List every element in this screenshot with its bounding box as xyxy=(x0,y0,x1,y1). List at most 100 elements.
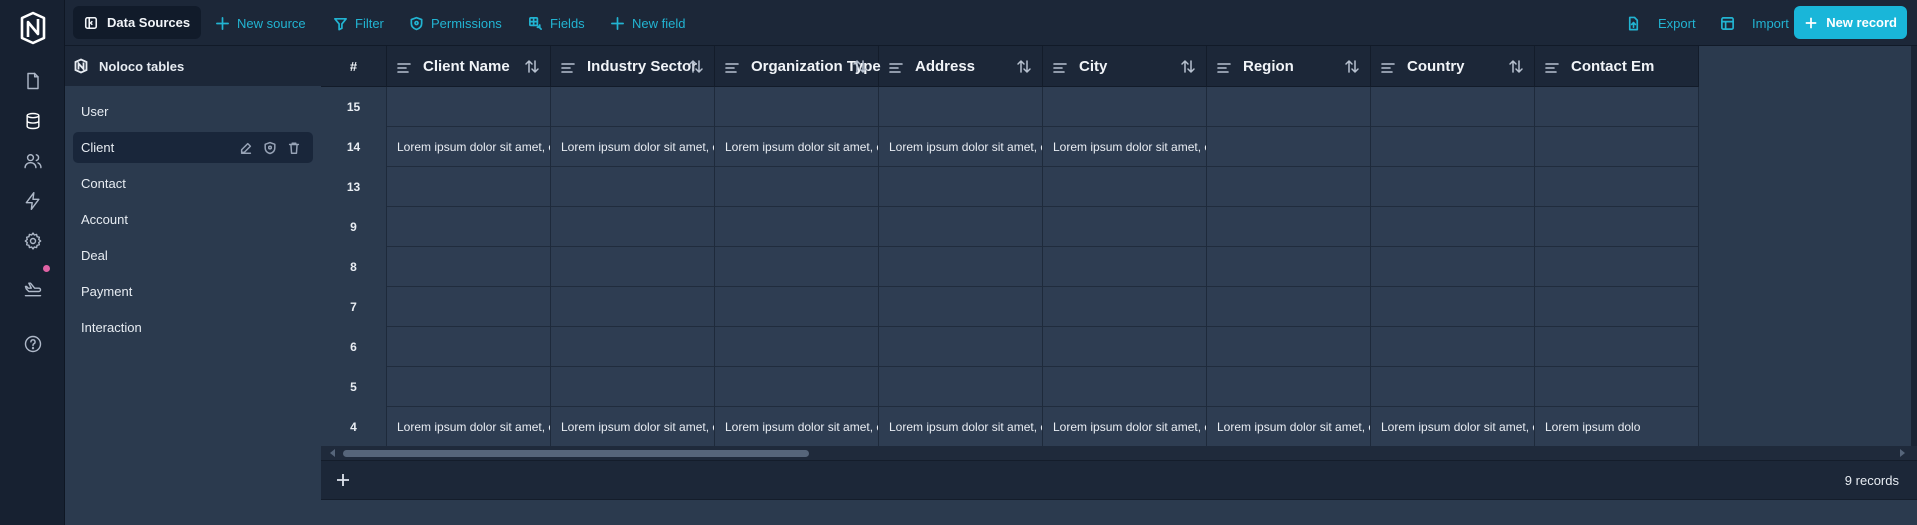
table-cell[interactable] xyxy=(1371,327,1535,367)
noloco-logo-icon[interactable] xyxy=(17,10,49,46)
column-header[interactable]: Country xyxy=(1371,46,1535,87)
table-cell[interactable] xyxy=(879,287,1043,327)
table-cell[interactable] xyxy=(1371,127,1535,167)
column-header[interactable]: City xyxy=(1043,46,1207,87)
sort-icon[interactable] xyxy=(1508,59,1524,74)
export-button[interactable]: Export xyxy=(1626,0,1696,46)
table-cell[interactable] xyxy=(1535,367,1699,407)
table-cell[interactable] xyxy=(551,247,715,287)
table-cell[interactable] xyxy=(1207,327,1371,367)
trash-icon[interactable] xyxy=(287,141,301,155)
table-cell[interactable] xyxy=(1043,87,1207,127)
table-cell[interactable] xyxy=(1371,87,1535,127)
table-cell[interactable] xyxy=(1371,287,1535,327)
edit-icon[interactable] xyxy=(239,141,253,155)
table-cell[interactable] xyxy=(1207,367,1371,407)
fields-button[interactable]: Fields xyxy=(528,0,585,46)
new-source-button[interactable]: New source xyxy=(215,0,306,46)
table-row[interactable]: 15 xyxy=(321,87,1699,127)
table-cell[interactable] xyxy=(1043,167,1207,207)
table-cell[interactable] xyxy=(715,207,879,247)
table-cell[interactable] xyxy=(387,327,551,367)
sort-icon[interactable] xyxy=(688,59,704,74)
column-header[interactable]: Client Name xyxy=(387,46,551,87)
sort-icon[interactable] xyxy=(852,59,868,74)
table-cell[interactable]: Lorem ipsum dolor sit amet, cor xyxy=(1043,407,1207,447)
table-row[interactable]: 4 Lorem ipsum dolor sit amet, cor Lorem ip… xyxy=(321,407,1699,447)
users-icon[interactable] xyxy=(22,150,44,172)
table-cell[interactable]: Lorem ipsum dolor sit amet, cor xyxy=(1371,407,1535,447)
scroll-left-arrow-icon[interactable] xyxy=(330,449,335,457)
table-cell[interactable] xyxy=(551,287,715,327)
table-cell[interactable] xyxy=(1043,207,1207,247)
table-cell[interactable] xyxy=(387,167,551,207)
table-row[interactable]: 5 xyxy=(321,367,1699,407)
table-cell[interactable] xyxy=(1371,207,1535,247)
table-row[interactable]: 13 xyxy=(321,167,1699,207)
table-cell[interactable] xyxy=(1207,87,1371,127)
table-cell[interactable]: Lorem ipsum dolor sit amet, cor xyxy=(879,127,1043,167)
sort-icon[interactable] xyxy=(1180,59,1196,74)
table-cell[interactable] xyxy=(1043,367,1207,407)
table-cell[interactable] xyxy=(879,167,1043,207)
scroll-right-arrow-icon[interactable] xyxy=(1900,449,1905,457)
table-cell[interactable] xyxy=(551,367,715,407)
table-cell[interactable] xyxy=(1535,327,1699,367)
column-header[interactable]: Address xyxy=(879,46,1043,87)
table-cell[interactable] xyxy=(715,367,879,407)
table-item-interaction[interactable]: Interaction xyxy=(73,312,313,343)
table-cell[interactable]: Lorem ipsum dolor sit amet, cor xyxy=(387,127,551,167)
table-cell[interactable] xyxy=(551,167,715,207)
table-item-contact[interactable]: Contact xyxy=(73,168,313,199)
table-cell[interactable] xyxy=(715,247,879,287)
column-header[interactable]: Region xyxy=(1207,46,1371,87)
vertical-scrollbar[interactable] xyxy=(1911,46,1917,446)
table-cell[interactable] xyxy=(1207,287,1371,327)
table-cell[interactable] xyxy=(879,87,1043,127)
data-sources-button[interactable]: Data Sources xyxy=(73,6,202,39)
sort-icon[interactable] xyxy=(1016,59,1032,74)
help-icon[interactable] xyxy=(22,333,44,355)
sort-icon[interactable] xyxy=(524,59,540,74)
table-cell[interactable] xyxy=(551,87,715,127)
table-item-deal[interactable]: Deal xyxy=(73,240,313,271)
scrollbar-thumb[interactable] xyxy=(343,450,809,457)
table-cell[interactable] xyxy=(1535,87,1699,127)
horizontal-scrollbar[interactable] xyxy=(321,446,1917,460)
table-cell[interactable] xyxy=(1371,167,1535,207)
column-header[interactable]: Organization Type xyxy=(715,46,881,87)
table-item-client[interactable]: Client xyxy=(73,132,313,163)
table-item-payment[interactable]: Payment xyxy=(73,276,313,307)
table-cell[interactable] xyxy=(879,367,1043,407)
table-cell[interactable]: Lorem ipsum dolor sit amet, cor xyxy=(1043,127,1207,167)
table-cell[interactable] xyxy=(387,207,551,247)
table-cell[interactable]: Lorem ipsum dolor sit amet, cor xyxy=(715,407,879,447)
table-row[interactable]: 9 xyxy=(321,207,1699,247)
document-icon[interactable] xyxy=(22,70,44,92)
table-item-user[interactable]: User xyxy=(73,96,313,127)
table-cell[interactable] xyxy=(715,327,879,367)
new-record-button[interactable]: New record xyxy=(1794,6,1907,39)
add-row-button[interactable] xyxy=(335,472,351,488)
plane-icon[interactable] xyxy=(22,278,44,300)
database-icon[interactable] xyxy=(22,110,44,132)
table-cell[interactable] xyxy=(1535,167,1699,207)
table-cell[interactable] xyxy=(387,247,551,287)
table-cell[interactable] xyxy=(1371,247,1535,287)
table-cell[interactable] xyxy=(1043,327,1207,367)
table-cell[interactable] xyxy=(879,247,1043,287)
shield-icon[interactable] xyxy=(263,141,277,155)
table-cell[interactable] xyxy=(1535,127,1699,167)
table-cell[interactable] xyxy=(879,327,1043,367)
table-cell[interactable] xyxy=(715,287,879,327)
table-cell[interactable] xyxy=(1207,247,1371,287)
column-header[interactable]: # xyxy=(321,46,387,87)
permissions-button[interactable]: Permissions xyxy=(409,0,502,46)
table-cell[interactable] xyxy=(715,87,879,127)
table-cell[interactable] xyxy=(551,327,715,367)
table-row[interactable]: 6 xyxy=(321,327,1699,367)
table-cell[interactable] xyxy=(387,87,551,127)
table-cell[interactable]: Lorem ipsum dolor sit amet, cor xyxy=(551,407,715,447)
table-cell[interactable] xyxy=(1535,207,1699,247)
new-field-button[interactable]: New field xyxy=(610,0,685,46)
